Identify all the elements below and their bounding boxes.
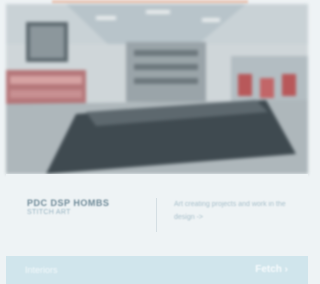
interior-photo-illustration [6, 4, 308, 174]
project-title[interactable]: PDC DSP HOMBS [27, 198, 109, 208]
footer-category-label: Interiors [25, 265, 58, 275]
vertical-divider [156, 198, 157, 232]
hero-photo[interactable] [6, 4, 308, 174]
project-subtitle: STITCH ART [27, 209, 71, 216]
footer-bar: Interiors Fetch › [6, 256, 308, 284]
project-description: Art creating projects and work in the de… [174, 201, 286, 221]
project-info-panel: PDC DSP HOMBS STITCH ART Art creating pr… [6, 174, 308, 256]
footer-fetch-link[interactable]: Fetch › [255, 264, 288, 275]
